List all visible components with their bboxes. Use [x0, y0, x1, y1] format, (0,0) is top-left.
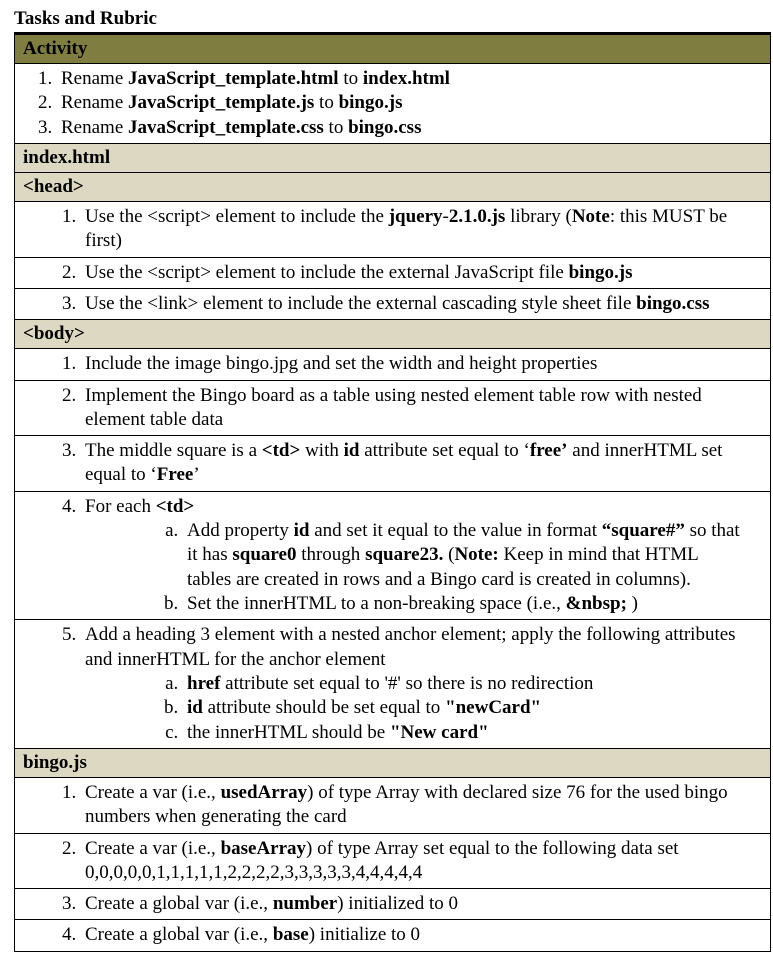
head-item-2: Use the <script> element to include the …: [15, 257, 771, 288]
body-item-4: For each <td> Add property id and set it…: [15, 491, 771, 620]
section-body: <body>: [15, 320, 771, 349]
bingo-item-4: Create a global var (i.e., base) initial…: [15, 920, 771, 951]
body-item-3: The middle square is a <td> with id attr…: [15, 436, 771, 492]
head-item-3: Use the <link> element to include the ex…: [15, 288, 771, 319]
rubric-table: Activity Rename JavaScript_template.html…: [14, 32, 771, 952]
activity-item: Rename JavaScript_template.js to bingo.j…: [57, 91, 762, 115]
activity-list: Rename JavaScript_template.html to index…: [23, 67, 762, 140]
body-item-5: Add a heading 3 element with a nested an…: [15, 620, 771, 749]
rubric-document: Tasks and Rubric Activity Rename JavaScr…: [8, 8, 771, 952]
head-item-1: Use the <script> element to include the …: [15, 201, 771, 257]
activity-list-cell: Rename JavaScript_template.html to index…: [15, 64, 771, 144]
body-item-2: Implement the Bingo board as a table usi…: [15, 380, 771, 436]
activity-item: Rename JavaScript_template.html to index…: [57, 67, 762, 91]
section-activity: Activity: [15, 34, 771, 64]
bingo-item-3: Create a global var (i.e., number) initi…: [15, 889, 771, 920]
section-bingo-js: bingo.js: [15, 748, 771, 777]
page-title: Tasks and Rubric: [14, 8, 771, 30]
section-head: <head>: [15, 172, 771, 201]
bingo-item-2: Create a var (i.e., baseArray) of type A…: [15, 833, 771, 889]
section-index-html: index.html: [15, 143, 771, 172]
activity-item: Rename JavaScript_template.css to bingo.…: [57, 116, 762, 140]
bingo-item-1: Create a var (i.e., usedArray) of type A…: [15, 777, 771, 833]
body-item-1: Include the image bingo.jpg and set the …: [15, 349, 771, 380]
